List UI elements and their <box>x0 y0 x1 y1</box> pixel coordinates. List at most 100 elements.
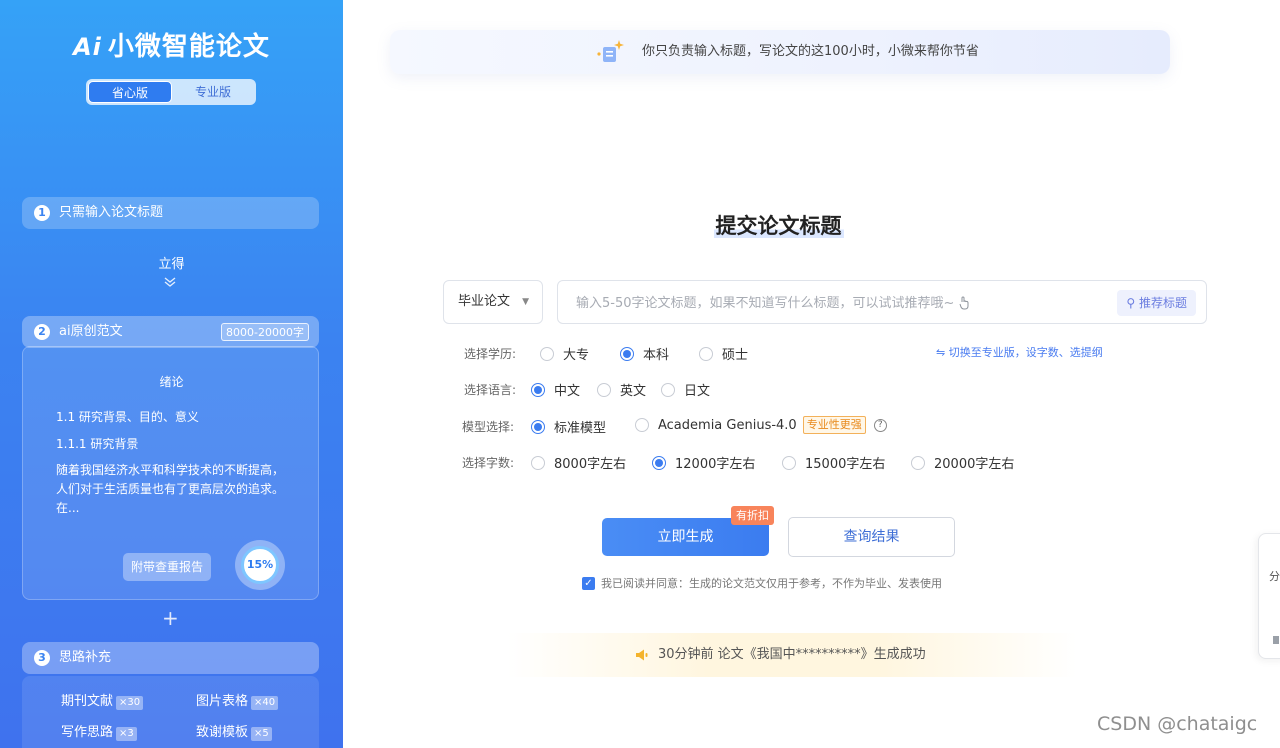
radio-icon <box>782 455 796 470</box>
watermark: CSDN @chataigc <box>1097 713 1258 735</box>
extra-count: ×30 <box>116 696 144 710</box>
radio-icon <box>540 346 554 361</box>
discount-badge: 有折扣 <box>731 506 774 525</box>
chevron-down-icon <box>163 276 177 291</box>
sample-line: 1.1.1 研究背景 <box>56 437 139 451</box>
query-result-button[interactable]: 查询结果 <box>788 517 955 557</box>
option-label: 12000字左右 <box>675 457 756 472</box>
option-label: 日文 <box>684 384 711 399</box>
option-label: 20000字左右 <box>934 457 1015 472</box>
radio-checked-icon <box>620 346 634 361</box>
radio-icon <box>635 418 649 432</box>
radio-checked-icon <box>652 455 666 470</box>
option-label: 8000字左右 <box>554 457 627 472</box>
extra-count: ×40 <box>251 696 279 710</box>
success-notice: 30分钟前 论文《我国中**********》生成成功 <box>507 633 1077 677</box>
sparkle-doc-icon <box>597 40 624 62</box>
extra-item: 图片表格 ×40 <box>196 690 279 710</box>
language-option-chinese[interactable]: 中文 <box>531 380 580 399</box>
word-option-20000[interactable]: 20000字左右 <box>911 453 1014 472</box>
paper-type-value: 毕业论文 <box>458 294 511 309</box>
sample-heading: 绪论 <box>159 375 184 389</box>
brand-name: 小微智能论文 <box>107 32 270 62</box>
recommend-title-button[interactable]: ⚲ 推荐标题 <box>1117 290 1196 316</box>
caret-down-icon: ▼ <box>522 297 529 307</box>
word-count-label: 选择字数: <box>462 456 515 470</box>
recommend-title-label: 推荐标题 <box>1138 296 1187 310</box>
extra-label: 期刊文献 <box>61 694 114 709</box>
option-label: Academia Genius-4.0 <box>658 417 797 433</box>
language-option-english[interactable]: 英文 <box>597 380 646 399</box>
degree-option-master[interactable]: 硕士 <box>699 344 748 363</box>
option-label: 中文 <box>554 384 581 399</box>
plus-icon: + <box>162 606 179 630</box>
checkbox-checked-icon[interactable]: ✓ <box>582 576 595 590</box>
model-option-genius[interactable]: Academia Genius-4.0 专业性更强 ? <box>635 416 887 434</box>
extra-label: 图片表格 <box>196 694 249 709</box>
notice-text: 30分钟前 论文《我国中**********》生成成功 <box>658 647 926 662</box>
side-float-icon <box>1273 636 1279 644</box>
step2-bar: 2 ai原创范文 8000-20000字 <box>22 316 319 348</box>
side-float-panel[interactable]: 分 <box>1258 533 1280 659</box>
title-input[interactable] <box>576 292 976 314</box>
sample-paragraph: 随着我国经济水平和科学技术的不断提高，人们对于生活质量也有了更高层次的追求。在.… <box>56 463 285 515</box>
extra-item: 期刊文献 ×30 <box>61 690 144 710</box>
title-input-box: ⚲ 推荐标题 <box>557 280 1207 324</box>
sidebar: Ai 小微智能论文 省心版 专业版 1 只需输入论文标题 立得 2 ai原创范文 … <box>0 0 343 748</box>
brand: Ai 小微智能论文 <box>0 26 343 63</box>
paper-type-select[interactable]: 毕业论文 ▼ <box>443 280 543 324</box>
radio-icon <box>597 382 611 397</box>
side-float-label: 分 <box>1269 570 1280 583</box>
help-icon[interactable]: ? <box>873 418 887 432</box>
flow-word: 立得 <box>158 257 185 272</box>
degree-option-associate[interactable]: 大专 <box>540 344 589 363</box>
extra-count: ×5 <box>251 727 272 741</box>
model-option-standard[interactable]: 标准模型 <box>531 417 606 436</box>
extra-count: ×3 <box>116 727 137 741</box>
language-label: 选择语言: <box>464 383 517 397</box>
page-title-text: 提交论文标题 <box>713 214 844 238</box>
radio-icon <box>911 455 925 470</box>
switch-pro-label: 切换至专业版，设字数、选提纲 <box>948 346 1103 359</box>
radio-checked-icon <box>531 382 545 397</box>
radio-checked-icon <box>531 419 545 434</box>
radio-icon <box>531 455 545 470</box>
degree-option-bachelor[interactable]: 本科 <box>620 344 669 363</box>
word-option-12000[interactable]: 12000字左右 <box>652 453 755 472</box>
megaphone-icon <box>636 649 648 661</box>
step3-label: 思路补充 <box>59 650 112 665</box>
agreement: ✓ 我已阅读并同意：生成的论文范文仅用于参考，不作为毕业、发表使用 <box>582 575 942 591</box>
agreement-text: 我已阅读并同意：生成的论文范文仅用于参考，不作为毕业、发表使用 <box>601 577 942 590</box>
dup-report-label: 附带查重报告 <box>123 553 212 581</box>
switch-pro-link[interactable]: ⇋ 切换至专业版，设字数、选提纲 <box>936 344 1103 360</box>
swap-icon: ⇋ <box>936 346 946 359</box>
option-label: 标准模型 <box>554 421 607 436</box>
top-banner: 你只负责输入标题，写论文的这100小时，小微来帮你节省 <box>390 30 1170 74</box>
dup-percent: 15% <box>241 546 279 584</box>
model-label: 模型选择: <box>462 420 515 434</box>
step2-label: ai原创范文 <box>59 324 123 339</box>
sample-line: 1.1 研究背景、目的、意义 <box>56 410 199 424</box>
mode-pro-tab[interactable]: 专业版 <box>172 81 254 103</box>
option-label: 硕士 <box>722 348 749 363</box>
magic-wand-icon: ⚲ <box>1126 296 1136 310</box>
degree-label: 选择学历: <box>464 347 517 361</box>
option-label: 英文 <box>620 384 647 399</box>
word-range-badge: 8000-20000字 <box>221 323 309 341</box>
mode-toggle: 省心版 专业版 <box>86 79 256 105</box>
extras-card: 期刊文献 ×30 图片表格 ×40 写作思路 ×3 致谢模板 ×5 <box>22 676 319 748</box>
mode-easy-tab[interactable]: 省心版 <box>88 81 172 103</box>
extra-item: 致谢模板 ×5 <box>196 721 272 741</box>
option-label: 大专 <box>563 348 590 363</box>
banner-text: 你只负责输入标题，写论文的这100小时，小微来帮你节省 <box>642 44 979 59</box>
pro-strength-tag: 专业性更强 <box>802 416 866 434</box>
step2-number: 2 <box>34 324 50 340</box>
radio-icon <box>699 346 713 361</box>
page-title: 提交论文标题 <box>0 210 1280 240</box>
word-option-15000[interactable]: 15000字左右 <box>782 453 885 472</box>
language-option-japanese[interactable]: 日文 <box>661 380 710 399</box>
option-label: 15000字左右 <box>805 457 886 472</box>
extra-item: 写作思路 ×3 <box>61 721 137 741</box>
word-option-8000[interactable]: 8000字左右 <box>531 453 626 472</box>
pointer-hand-icon <box>959 296 969 310</box>
